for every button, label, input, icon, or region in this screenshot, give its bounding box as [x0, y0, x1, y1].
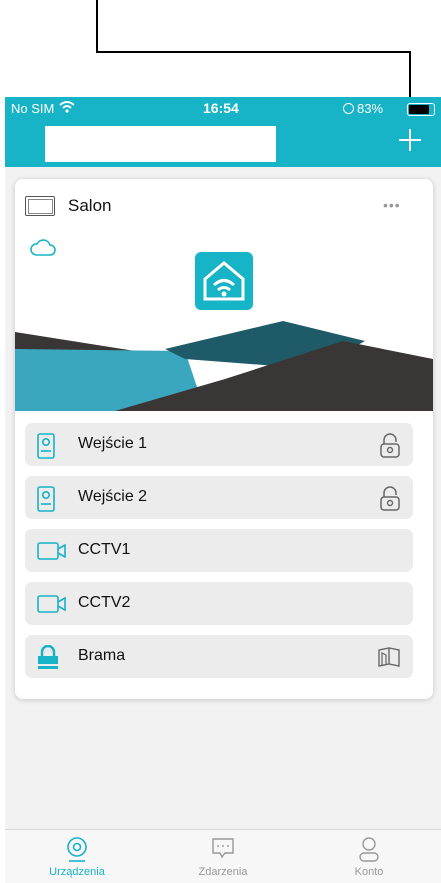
app-header: No SIM 16:54 83%	[5, 97, 441, 167]
tab-label: Urządzenia	[49, 866, 105, 878]
monitor-icon	[25, 196, 55, 216]
wifi-icon	[59, 101, 75, 113]
camera-icon	[37, 595, 66, 613]
carrier-text: No SIM	[11, 101, 55, 116]
message-icon	[212, 838, 234, 859]
device-label: Wejście 1	[78, 435, 148, 452]
user-icon	[359, 837, 379, 862]
device-label: Brama	[78, 647, 126, 664]
battery-percent: 83%	[357, 101, 384, 116]
card-header: Salon •••	[15, 179, 433, 229]
device-row-wejscie-1[interactable]: Wejście 1	[25, 423, 413, 466]
cloud-icon	[30, 239, 56, 256]
intercom-icon	[37, 433, 55, 459]
tab-konto[interactable]: Konto	[309, 830, 429, 883]
padlock-icon	[38, 645, 58, 669]
device-row-brama[interactable]: Brama	[25, 635, 413, 678]
lock-icon[interactable]	[379, 485, 401, 511]
tab-label: Zdarzenia	[198, 866, 248, 878]
intercom-icon	[37, 486, 55, 512]
header-title-field	[45, 126, 276, 162]
orientation-lock-icon	[343, 103, 354, 114]
card-title: Salon	[68, 196, 112, 215]
device-row-wejscie-2[interactable]: Wejście 2	[25, 476, 413, 519]
device-label: CCTV2	[78, 594, 131, 611]
device-row-cctv1[interactable]: CCTV1	[25, 529, 413, 572]
device-label: Wejście 2	[78, 488, 148, 505]
add-device-button[interactable]	[397, 127, 423, 153]
device-row-cctv2[interactable]: CCTV2	[25, 582, 413, 625]
more-options-button[interactable]: •••	[383, 197, 401, 213]
battery-icon	[407, 103, 435, 116]
tab-zdarzenia[interactable]: Zdarzenia	[163, 830, 283, 883]
clock-text: 16:54	[203, 100, 239, 116]
smart-home-logo	[195, 252, 253, 310]
camera-icon	[37, 542, 66, 560]
gate-icon[interactable]	[377, 646, 401, 668]
device-camera-icon	[67, 837, 87, 862]
device-label: CCTV1	[78, 541, 131, 558]
annotation-area	[0, 0, 441, 130]
tab-urzadzenia[interactable]: Urządzenia	[17, 830, 137, 883]
device-group-card: Salon ••• Wejście 1 Wejście 2 CCTV1 CCTV…	[15, 179, 433, 699]
tab-label: Konto	[354, 866, 384, 878]
lock-icon[interactable]	[379, 432, 401, 458]
tab-bar: Urządzenia Zdarzenia Konto	[5, 829, 441, 883]
phone-screen: No SIM 16:54 83% Salon ••• Wejście 1 Wej…	[5, 97, 441, 883]
